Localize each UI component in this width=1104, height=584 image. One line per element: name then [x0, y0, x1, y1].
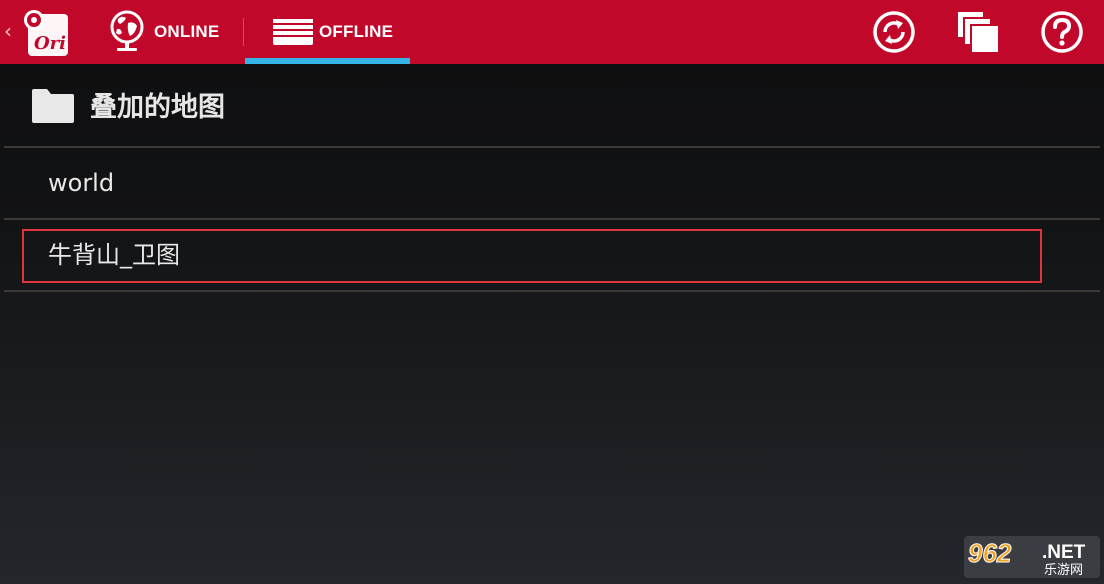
tab-online-label: ONLINE: [154, 22, 220, 41]
list-item-niubeishan[interactable]: 牛背山_卫图: [4, 220, 1100, 290]
tab-offline[interactable]: OFFLINE: [245, 0, 410, 64]
divider: [4, 290, 1100, 292]
layers-button[interactable]: [954, 8, 1002, 56]
list-item-label: world: [48, 169, 115, 197]
tab-selected-indicator: [245, 58, 410, 64]
tab-offline-label: OFFLINE: [319, 22, 394, 41]
watermark-subtitle: 乐游网: [1044, 563, 1083, 578]
watermark-number: 962: [968, 538, 1012, 568]
section-header: 叠加的地图: [0, 72, 1104, 144]
sync-button[interactable]: [870, 8, 918, 56]
sync-icon: [873, 11, 915, 53]
tab-online[interactable]: ONLINE: [108, 0, 238, 64]
offline-stack-icon: [273, 19, 313, 45]
action-bar: ‹ Ori ONLINE OFFLINE: [0, 0, 1104, 64]
back-chevron-icon[interactable]: ‹: [4, 18, 12, 44]
app-logo-icon[interactable]: Ori: [24, 10, 68, 56]
watermark-logo: 962 .NET 乐游网: [964, 536, 1100, 578]
watermark-suffix: .NET: [1042, 542, 1086, 563]
app-logo-text: Ori: [34, 33, 66, 54]
layers-icon: [958, 12, 998, 52]
list-item-world[interactable]: world: [4, 148, 1100, 218]
tab-divider: [243, 18, 244, 46]
help-icon: [1041, 11, 1083, 53]
help-button[interactable]: [1038, 8, 1086, 56]
section-title: 叠加的地图: [90, 92, 225, 123]
list-item-label: 牛背山_卫图: [48, 241, 180, 269]
folder-icon: [32, 89, 74, 123]
globe-icon: [110, 10, 144, 51]
